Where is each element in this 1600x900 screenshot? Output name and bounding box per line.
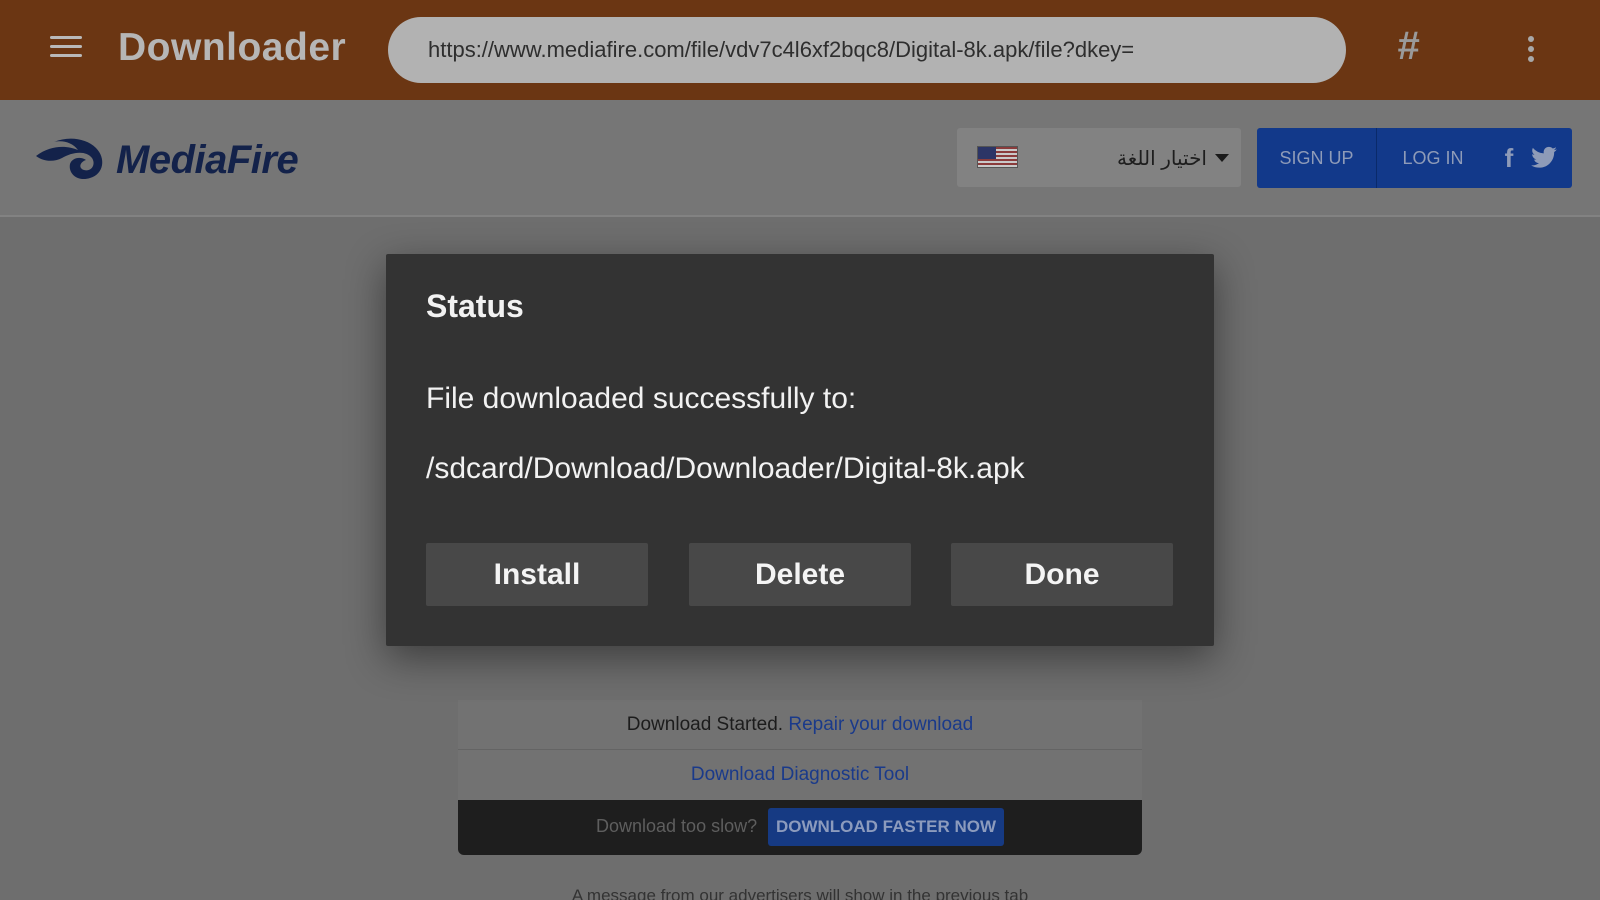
download-started-row: Download Started. Repair your download: [458, 700, 1142, 750]
app-bar: Downloader https://www.mediafire.com/fil…: [0, 0, 1600, 100]
download-started-text: Download Started.: [626, 714, 784, 735]
diagnostic-row: Download Diagnostic Tool: [458, 750, 1142, 800]
download-faster-button[interactable]: DOWNLOAD FASTER NOW: [768, 808, 1004, 846]
login-button[interactable]: LOG IN: [1378, 128, 1488, 188]
language-select[interactable]: اختيار اللغة: [957, 128, 1241, 187]
advertiser-message: A message from our advertisers will show…: [571, 886, 1029, 900]
dialog-message: File downloaded successfully to:: [426, 382, 857, 415]
mediafire-logo[interactable]: MediaFire: [34, 132, 344, 188]
download-faster-row: Download too slow? DOWNLOAD FASTER NOW: [458, 800, 1142, 855]
facebook-icon[interactable]: f: [1497, 142, 1521, 174]
file-path: /sdcard/Download/Downloader/Digital-8k.a…: [426, 452, 1025, 485]
hamburger-menu-icon[interactable]: [50, 36, 82, 64]
done-button[interactable]: Done: [951, 543, 1173, 606]
download-slow-text: Download too slow?: [596, 816, 758, 836]
us-flag-icon: [977, 146, 1018, 168]
more-vert-icon[interactable]: [1525, 36, 1537, 66]
hash-icon[interactable]: #: [1397, 24, 1419, 69]
download-panel: Download Started. Repair your download D…: [458, 700, 1142, 856]
diagnostic-tool-link[interactable]: Download Diagnostic Tool: [691, 764, 909, 785]
install-button[interactable]: Install: [426, 543, 648, 606]
mediafire-flame-icon: [36, 138, 103, 180]
chevron-down-icon: [1215, 154, 1229, 162]
delete-button[interactable]: Delete: [689, 543, 911, 606]
url-text: https://www.mediafire.com/file/vdv7c4l6x…: [428, 37, 1135, 62]
language-label: اختيار اللغة: [1117, 148, 1207, 170]
url-bar[interactable]: https://www.mediafire.com/file/vdv7c4l6x…: [388, 17, 1346, 83]
site-header: MediaFire اختيار اللغة SIGN UP LOG IN f: [0, 100, 1600, 217]
status-dialog: Status File downloaded successfully to: …: [386, 254, 1214, 646]
dialog-title: Status: [426, 288, 524, 324]
twitter-icon[interactable]: [1529, 144, 1559, 172]
mediafire-logo-text: MediaFire: [116, 138, 299, 182]
auth-button-group: SIGN UP LOG IN f: [1257, 128, 1572, 188]
signup-button[interactable]: SIGN UP: [1257, 128, 1377, 188]
repair-download-link[interactable]: Repair your download: [788, 714, 973, 735]
app-title: Downloader: [118, 26, 347, 69]
